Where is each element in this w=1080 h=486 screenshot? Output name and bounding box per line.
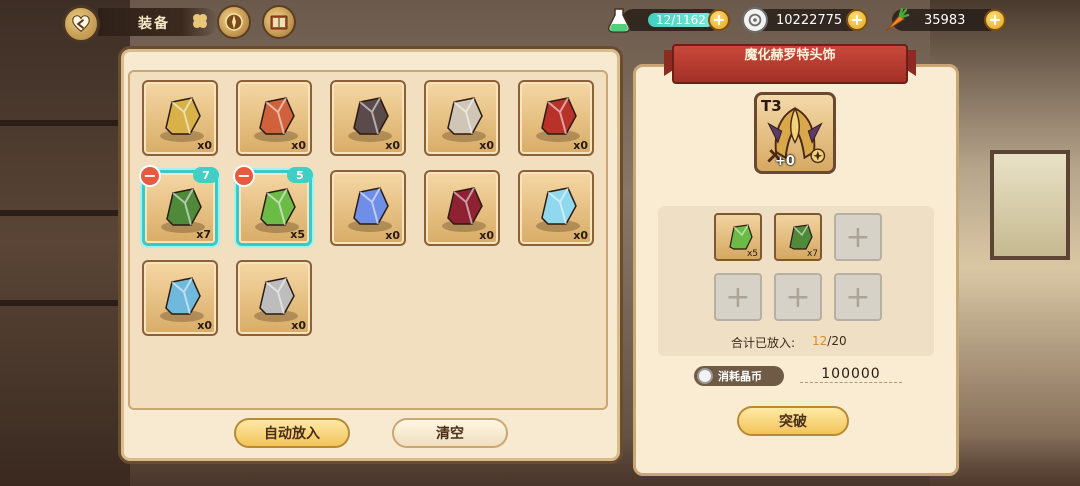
empty-material-slot[interactable]: + (834, 213, 882, 261)
material-count: x5 (290, 228, 305, 241)
carrots-add-button[interactable]: + (984, 9, 1006, 31)
material-count: x0 (385, 229, 400, 242)
material-count: x0 (197, 319, 212, 332)
headpiece-icon (767, 106, 826, 164)
remove-material-button[interactable]: − (139, 165, 161, 187)
total-max: /20 (827, 334, 847, 348)
material-count: x0 (479, 139, 494, 152)
selected-count-badge: 5 (287, 167, 313, 183)
stamina-add-button[interactable]: + (708, 9, 730, 31)
copper-ore-icon (254, 97, 298, 142)
filled-material-slot[interactable]: x7 (774, 213, 822, 261)
potion-flask-icon (604, 5, 634, 35)
material-count: x0 (479, 229, 494, 242)
gold-ore-icon (160, 97, 204, 142)
stamina-bar: 12/1162 (622, 9, 722, 31)
background-left (0, 0, 130, 486)
filled-material-slot[interactable]: x5 (714, 213, 762, 261)
cost-value: 100000 (800, 366, 902, 383)
crimson-nest-icon (442, 187, 486, 232)
material-slot-silver-orb[interactable]: x0 (424, 80, 500, 156)
material-slot-blue-orb[interactable]: x0 (330, 170, 406, 246)
material-count: x7 (196, 228, 211, 241)
slot-count: x5 (746, 249, 758, 259)
carrots-value: 35983 (924, 12, 966, 28)
clear-button[interactable]: 清空 (392, 418, 508, 448)
material-slot-ice-orb[interactable]: x0 (518, 170, 594, 246)
empty-material-slot[interactable]: + (834, 273, 882, 321)
compass-button[interactable] (217, 5, 251, 39)
background-window (990, 150, 1070, 260)
enhance-level: +0 (775, 154, 795, 169)
material-count: x0 (197, 139, 212, 152)
material-slot-dark-orb[interactable]: x0 (330, 80, 406, 156)
material-slot-silver-ore[interactable]: x0 (236, 260, 312, 336)
background-shelf (0, 120, 120, 126)
equipment-title: 魔化赫罗特头饰 (672, 44, 908, 84)
plus-icon: + (845, 219, 871, 255)
silver-ore-icon (254, 277, 298, 322)
total-value: 12/20 (812, 334, 847, 348)
green-crystal-nest-icon (255, 188, 299, 233)
total-label: 合计已放入: (731, 336, 796, 350)
cost-label: 消耗晶币 (718, 370, 762, 383)
blue-orb-icon (348, 187, 392, 232)
back-button[interactable] (62, 5, 100, 43)
material-count: x0 (573, 229, 588, 242)
material-count: x0 (291, 319, 306, 332)
green-crystal-dark-icon (161, 188, 205, 233)
dark-orb-icon (348, 97, 392, 142)
material-count: x0 (573, 139, 588, 152)
slot-count: x7 (806, 249, 818, 259)
coins-add-button[interactable]: + (846, 9, 868, 31)
material-slot-ember-orb[interactable]: x0 (518, 80, 594, 156)
total-current: 12 (812, 334, 828, 348)
material-slot-ice-shard[interactable]: x0 (142, 260, 218, 336)
plus-icon: + (845, 279, 871, 315)
clover-icon (193, 14, 207, 28)
equipment-icon-frame[interactable]: T3 +0 (754, 92, 836, 174)
book-button[interactable] (262, 5, 296, 39)
material-slot-green-crystal-dark[interactable]: x7 − 7 (139, 165, 219, 246)
background-shelf (0, 210, 120, 216)
background-shelf (0, 300, 120, 306)
selected-count-badge: 7 (193, 167, 219, 183)
page-title: 装备 (138, 16, 170, 32)
coin-icon (742, 7, 768, 33)
equipment-name: 魔化赫罗特头饰 (744, 48, 836, 63)
material-slot-crimson-nest[interactable]: x0 (424, 170, 500, 246)
remove-material-button[interactable]: − (233, 165, 255, 187)
silver-orb-icon (442, 97, 486, 142)
book-icon (270, 15, 288, 30)
ember-orb-icon (536, 97, 580, 142)
plus-icon: + (785, 279, 811, 315)
material-slot-gold-ore[interactable]: x0 (142, 80, 218, 156)
carrot-icon (880, 5, 910, 35)
compass-icon (225, 13, 243, 31)
back-arrow-icon (72, 15, 90, 33)
stamina-value: 12/1162 (648, 13, 714, 27)
ice-orb-icon (536, 187, 580, 232)
material-count: x0 (385, 139, 400, 152)
empty-material-slot[interactable]: + (774, 273, 822, 321)
material-slot-copper-ore[interactable]: x0 (236, 80, 312, 156)
breakthrough-button[interactable]: 突破 (737, 406, 849, 436)
plus-icon: + (725, 279, 751, 315)
ice-shard-icon (160, 277, 204, 322)
material-count: x0 (291, 139, 306, 152)
empty-material-slot[interactable]: + (714, 273, 762, 321)
auto-fill-button[interactable]: 自动放入 (234, 418, 350, 448)
materials-grid: x0 x0 x0 x0 x0 x7−7 x5−5 x0 x0 x0 x0 x0 (128, 70, 608, 410)
material-slot-green-crystal-nest[interactable]: x5 − 5 (233, 165, 313, 246)
coins-value: 10222775 (776, 12, 843, 28)
crystal-coin-icon (697, 368, 713, 384)
